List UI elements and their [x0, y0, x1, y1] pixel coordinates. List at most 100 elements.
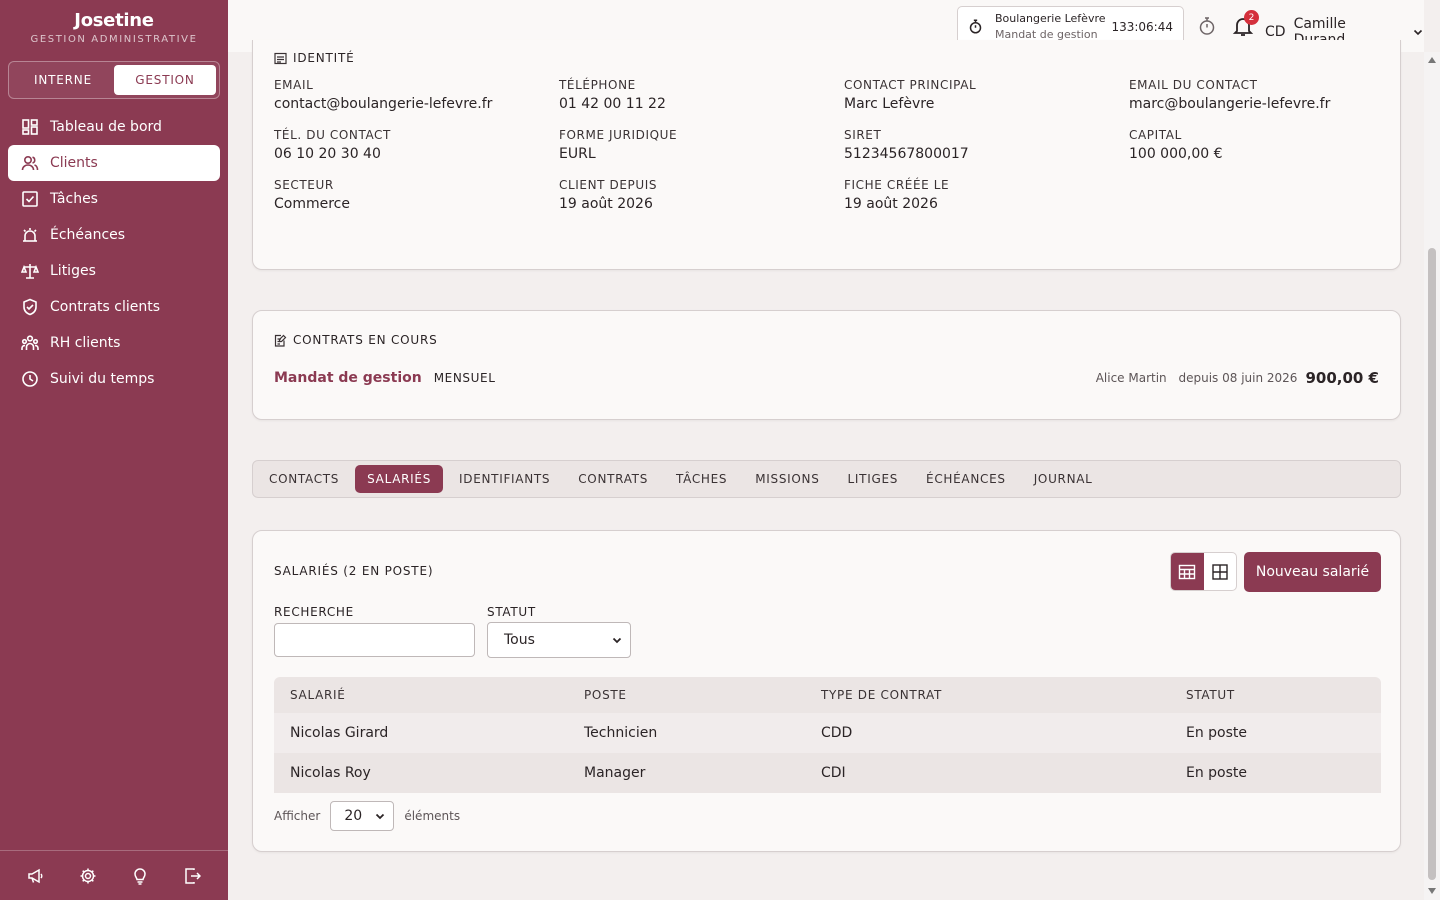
field-contact-email: EMAIL DU CONTACT marc@boulangerie-lefevre… [1129, 78, 1331, 112]
contract-name-link[interactable]: Mandat de gestion [274, 370, 422, 386]
tab-contacts[interactable]: CONTACTS [257, 465, 351, 493]
page-size-select[interactable]: 20 [330, 801, 395, 831]
sidebar-item-disputes[interactable]: Litiges [8, 253, 220, 289]
sidebar-item-label: Échéances [50, 227, 126, 243]
id-card-icon [274, 52, 287, 64]
mode-interne-button[interactable]: INTERNE [12, 65, 114, 95]
sidebar-item-label: Tâches [50, 191, 98, 207]
tab-missions[interactable]: MISSIONS [743, 465, 831, 493]
field-main-contact: CONTACT PRINCIPAL Marc Lefèvre [844, 78, 977, 112]
column-employee[interactable]: SALARIÉ [290, 688, 346, 702]
timer-client: Boulangerie Lefèvre [995, 11, 1106, 25]
contracts-card: CONTRATS EN COURS Mandat de gestion MENS… [252, 310, 1401, 420]
scale-icon [21, 264, 39, 279]
contract-row[interactable]: Mandat de gestion MENSUEL Alice Martin d… [274, 369, 1379, 387]
contracts-section-title: CONTRATS EN COURS [274, 333, 438, 347]
field-phone: TÉLÉPHONE 01 42 00 11 22 [559, 78, 666, 112]
client-tabs: CONTACTS SALARIÉS IDENTIFIANTS CONTRATS … [252, 460, 1401, 498]
scroll-thumb[interactable] [1428, 248, 1436, 880]
search-label: RECHERCHE [274, 605, 354, 619]
edit-document-icon [274, 334, 287, 347]
sidebar-item-dashboard[interactable]: Tableau de bord [8, 109, 220, 145]
people-group-icon [21, 335, 39, 350]
contract-amount: 900,00 € [1305, 369, 1379, 387]
tab-contracts[interactable]: CONTRATS [566, 465, 660, 493]
field-email: EMAIL contact@boulangerie-lefevre.fr [274, 78, 493, 112]
contract-meta: Alice Martin depuis 08 juin 2026 [1088, 371, 1298, 385]
field-contact-phone: TÉL. DU CONTACT 06 10 20 30 40 [274, 128, 391, 162]
sidebar-item-label: Tableau de bord [50, 119, 162, 135]
app-name: Josetine [74, 10, 154, 31]
mode-gestion-button[interactable]: GESTION [114, 65, 216, 95]
tab-tasks[interactable]: TÂCHES [664, 465, 739, 493]
app-subtitle: GESTION ADMINISTRATIVE [30, 34, 198, 45]
field-sector: SECTEUR Commerce [274, 178, 350, 212]
sidebar-item-client-contracts[interactable]: Contrats clients [8, 289, 220, 325]
chevron-down-icon [376, 813, 385, 820]
field-legal-form: FORME JURIDIQUE EURL [559, 128, 678, 162]
tab-deadlines[interactable]: ÉCHÉANCES [914, 465, 1018, 493]
field-client-since: CLIENT DEPUIS 19 août 2026 [559, 178, 658, 212]
user-initials: CD [1265, 24, 1286, 40]
page-size-prefix: Afficher [274, 809, 321, 823]
identity-fields: EMAIL contact@boulangerie-lefevre.fr TÉLÉ… [274, 78, 1389, 212]
lightbulb-icon[interactable] [131, 867, 149, 885]
grid-view-button[interactable] [1204, 553, 1237, 590]
sidebar-item-deadlines[interactable]: Échéances [8, 217, 220, 253]
sidebar-item-label: RH clients [50, 335, 121, 351]
column-status[interactable]: STATUT [1186, 688, 1235, 702]
table-view-button[interactable] [1171, 553, 1204, 590]
table-row[interactable]: Nicolas Roy Manager CDI En poste [274, 753, 1381, 793]
sidebar-item-hr-clients[interactable]: RH clients [8, 325, 220, 361]
tab-disputes[interactable]: LITIGES [836, 465, 911, 493]
tab-credentials[interactable]: IDENTIFIANTS [447, 465, 562, 493]
alarm-icon [23, 228, 37, 242]
column-contract-type[interactable]: TYPE DE CONTRAT [821, 688, 942, 702]
gear-icon[interactable] [79, 867, 97, 885]
tab-employees[interactable]: SALARIÉS [355, 465, 444, 493]
chevron-down-icon [612, 637, 622, 644]
sidebar-item-label: Clients [50, 155, 98, 171]
shield-check-icon [23, 298, 37, 316]
employees-card: SALARIÉS (2 EN POSTE) Nouveau salarié RE… [252, 530, 1401, 852]
scroll-up-arrow[interactable] [1428, 57, 1436, 63]
page-scrollbar[interactable] [1424, 52, 1440, 900]
new-employee-button[interactable]: Nouveau salarié [1244, 552, 1381, 592]
users-icon [21, 155, 39, 171]
table-header: SALARIÉ POSTE TYPE DE CONTRAT STATUT [274, 677, 1381, 713]
sidebar-item-clients[interactable]: Clients [8, 145, 220, 181]
stopwatch-icon[interactable] [1197, 16, 1217, 36]
contract-frequency: MENSUEL [433, 371, 496, 385]
sidebar-item-tasks[interactable]: Tâches [8, 181, 220, 217]
sidebar-item-label: Litiges [50, 263, 96, 279]
status-select[interactable]: Tous [487, 622, 631, 658]
megaphone-icon[interactable] [27, 867, 45, 885]
view-toggle [1170, 552, 1237, 591]
sidebar-footer [0, 850, 228, 900]
timer-elapsed: 133:06:44 [1111, 19, 1173, 34]
checkbox-icon [22, 191, 38, 207]
page-size-suffix: éléments [404, 809, 461, 823]
status-label: STATUT [487, 605, 536, 619]
search-input[interactable] [274, 623, 475, 657]
field-created-on: FICHE CRÉÉE LE 19 août 2026 [844, 178, 950, 212]
scroll-down-arrow[interactable] [1428, 888, 1436, 894]
table-icon [1179, 564, 1196, 579]
contract-since: depuis 08 juin 2026 [1178, 371, 1298, 385]
stopwatch-icon [969, 19, 982, 34]
page-size-control: Afficher 20 éléments [274, 801, 460, 831]
contract-owner: Alice Martin [1095, 371, 1167, 385]
identity-card: IDENTITÉ EMAIL contact@boulangerie-lefevr… [252, 40, 1401, 270]
sidebar: Josetine GESTION ADMINISTRATIVE INTERNE … [0, 0, 228, 900]
sidebar-item-time-tracking[interactable]: Suivi du temps [8, 361, 220, 397]
column-position[interactable]: POSTE [584, 688, 627, 702]
mode-switch: INTERNE GESTION [8, 61, 220, 99]
sidebar-item-label: Contrats clients [50, 299, 161, 315]
tab-journal[interactable]: JOURNAL [1022, 465, 1105, 493]
logout-icon[interactable] [183, 867, 201, 885]
table-row[interactable]: Nicolas Girard Technicien CDD En poste [274, 713, 1381, 753]
grid-icon [1212, 563, 1228, 580]
clock-icon [22, 371, 38, 387]
sidebar-nav: Tableau de bord Clients Tâches Échéances… [0, 109, 228, 397]
dashboard-icon [22, 119, 38, 135]
